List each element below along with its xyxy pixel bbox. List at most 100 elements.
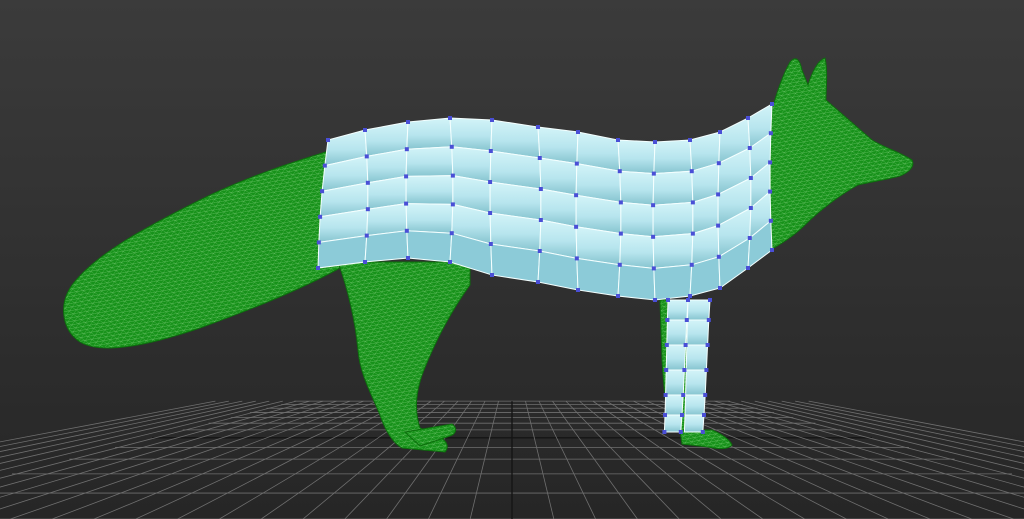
retopo-quad[interactable] [664,394,684,416]
vertex[interactable] [574,256,579,261]
vertex[interactable] [616,294,620,298]
vertex[interactable] [716,223,721,228]
retopo-quad[interactable] [683,414,705,433]
vertex[interactable] [449,231,454,236]
vertex[interactable] [716,254,721,259]
vertex[interactable] [536,125,540,129]
vertex[interactable] [746,116,750,120]
viewport-canvas[interactable] [0,0,1024,519]
retopo-quad[interactable] [653,264,693,301]
vertex[interactable] [488,242,493,246]
vertex[interactable] [363,128,367,132]
vertex[interactable] [688,294,692,298]
retopo-quad[interactable] [653,139,693,175]
retopo-quad[interactable] [665,369,685,396]
vertex[interactable] [450,173,455,178]
vertex[interactable] [706,318,711,322]
retopo-quad[interactable] [366,203,408,237]
vertex[interactable] [538,187,543,191]
vertex[interactable] [318,214,323,219]
retopo-quad[interactable] [449,117,493,152]
vertex[interactable] [748,176,753,180]
vertex[interactable] [538,218,543,222]
vertex[interactable] [618,231,623,236]
vertex[interactable] [681,393,686,397]
vertex[interactable] [536,280,540,284]
vertex[interactable] [704,368,709,372]
vertex[interactable] [488,180,493,184]
vertex[interactable] [663,393,668,397]
retopo-quad[interactable] [405,203,454,234]
retopo-quad[interactable] [652,233,694,269]
vertex[interactable] [768,218,773,223]
retopo-quad[interactable] [537,126,579,165]
retopo-quad[interactable] [620,201,654,238]
vertex[interactable] [406,120,410,124]
vertex[interactable] [718,286,722,290]
vertex[interactable] [404,174,409,179]
vertex[interactable] [365,180,370,185]
vertex[interactable] [746,266,750,270]
vertex[interactable] [665,318,670,322]
vertex[interactable] [664,343,669,347]
vertex[interactable] [490,118,494,122]
vertex[interactable] [682,368,687,372]
vertex[interactable] [683,343,688,347]
vertex[interactable] [747,236,752,240]
vertex[interactable] [574,193,579,198]
vertex[interactable] [448,260,452,264]
vertex[interactable] [322,163,327,168]
vertex[interactable] [537,249,542,253]
vertex[interactable] [690,231,695,236]
vertex[interactable] [688,138,692,142]
retopo-quad[interactable] [652,201,694,238]
vertex[interactable] [404,147,409,152]
vertex[interactable] [365,207,370,212]
vertex[interactable] [684,318,689,322]
vertex[interactable] [616,138,620,142]
vertex[interactable] [716,192,721,197]
vertex[interactable] [316,266,320,270]
vertex[interactable] [748,206,753,210]
vertex[interactable] [617,169,622,174]
vertex[interactable] [651,203,656,208]
vertex[interactable] [576,288,580,292]
vertex[interactable] [651,266,656,271]
retopo-quad[interactable] [619,170,655,206]
vertex[interactable] [488,211,493,215]
vertex[interactable] [651,171,656,176]
retopo-quad[interactable] [405,146,454,177]
vertex[interactable] [689,262,694,267]
vertex[interactable] [770,248,774,252]
vertex[interactable] [617,262,622,267]
vertex[interactable] [768,160,773,165]
retopo-quad[interactable] [684,394,706,416]
retopo-quad[interactable] [619,233,655,269]
vertex[interactable] [768,131,773,136]
vertex[interactable] [664,368,669,372]
vertex[interactable] [662,430,667,434]
3d-viewport[interactable] [0,0,1024,519]
vertex[interactable] [450,202,455,207]
vertex[interactable] [651,234,656,239]
vertex[interactable] [690,200,695,205]
retopo-quad[interactable] [576,257,621,297]
retopo-quad[interactable] [490,243,541,283]
retopo-quad[interactable] [406,117,453,150]
vertex[interactable] [576,130,580,134]
vertex[interactable] [705,343,710,347]
vertex[interactable] [663,413,667,417]
vertex[interactable] [768,189,773,194]
retopo-quad[interactable] [617,139,656,175]
vertex[interactable] [364,233,369,238]
retopo-quad[interactable] [617,264,656,301]
vertex[interactable] [702,413,706,417]
vertex[interactable] [703,393,708,397]
vertex[interactable] [747,146,752,150]
vertex[interactable] [364,154,369,159]
vertex[interactable] [320,189,325,194]
retopo-quad[interactable] [685,344,709,371]
retopo-quad[interactable] [685,369,707,396]
retopo-quad[interactable] [666,319,688,346]
vertex[interactable] [404,228,409,233]
